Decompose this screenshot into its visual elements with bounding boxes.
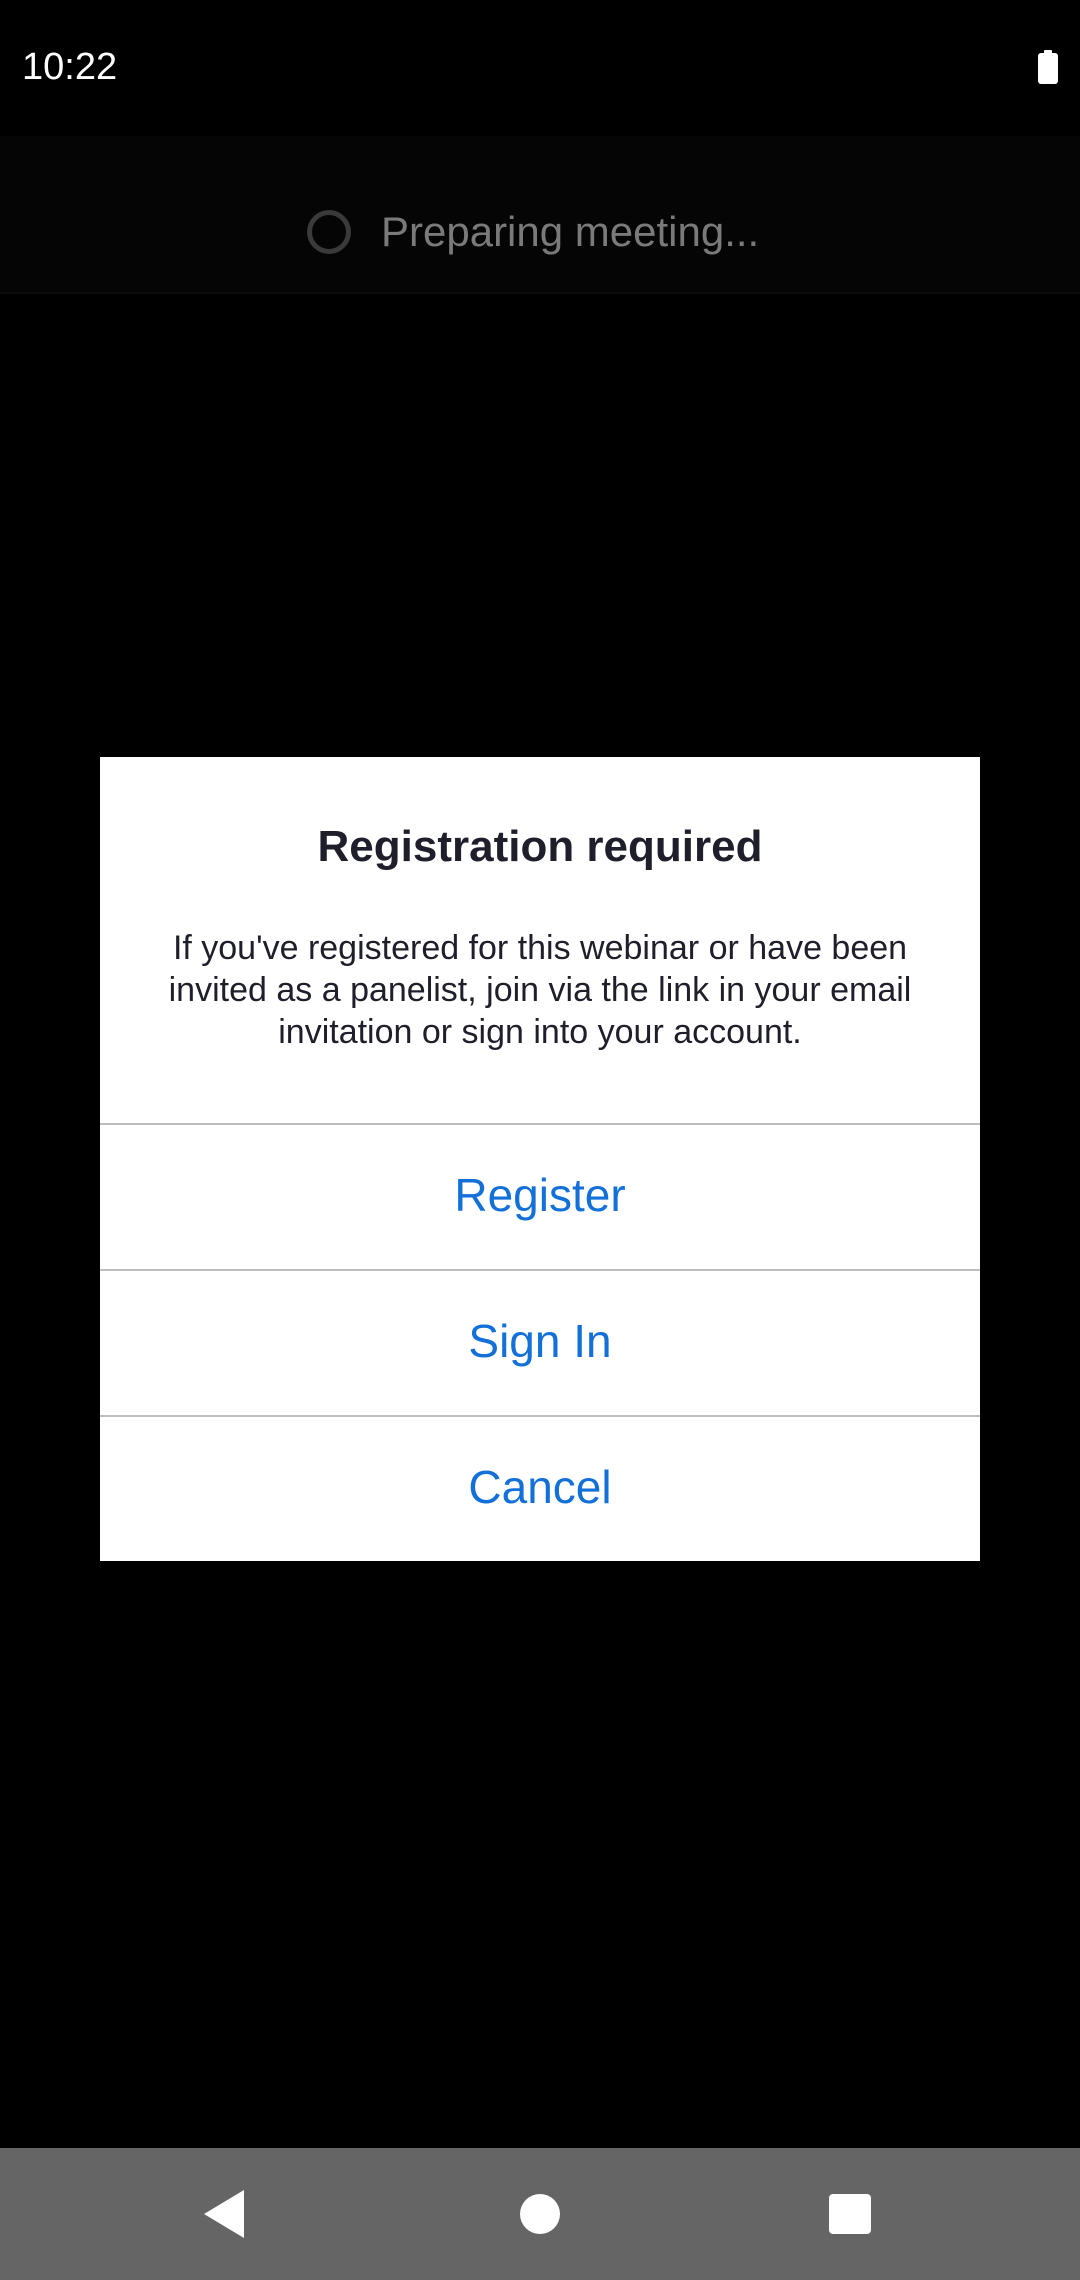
registration-dialog: Registration required If you've register…	[100, 757, 980, 1561]
status-time: 10:22	[22, 46, 118, 88]
back-icon[interactable]	[204, 2190, 244, 2238]
dialog-message: If you've registered for this webinar or…	[168, 929, 912, 1051]
screen: 10:22 Preparing meeting... Registration …	[0, 0, 1080, 2280]
register-button[interactable]: Register	[100, 1123, 980, 1267]
battery-icon	[1038, 50, 1058, 84]
preparing-meeting-text: Preparing meeting...	[381, 208, 760, 255]
loading-spinner-icon	[307, 210, 351, 254]
recents-icon[interactable]	[829, 2194, 871, 2234]
home-icon[interactable]	[520, 2194, 560, 2234]
navigation-bar	[0, 2148, 1080, 2280]
cancel-button[interactable]: Cancel	[100, 1415, 980, 1559]
meeting-top-bar: Preparing meeting...	[0, 136, 1080, 294]
status-bar: 10:22	[0, 0, 1080, 136]
dialog-title: Registration required	[317, 822, 763, 871]
sign-in-button[interactable]: Sign In	[100, 1269, 980, 1413]
